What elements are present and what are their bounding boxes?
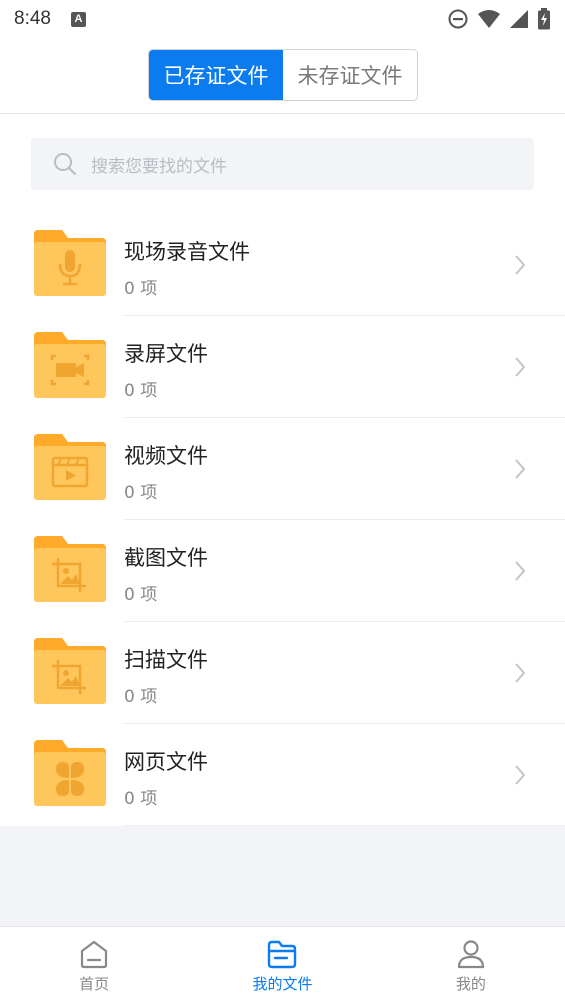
content-background xyxy=(0,826,565,926)
nav-label: 我的 xyxy=(455,975,486,993)
microphone-icon xyxy=(34,230,106,296)
scan-image-icon xyxy=(34,638,106,704)
notification-a-icon: A xyxy=(70,11,86,27)
chevron-right-icon xyxy=(515,561,526,581)
search-input[interactable]: 搜索您要找的文件 xyxy=(31,138,534,190)
list-item-title: 网页文件 xyxy=(124,750,208,774)
chevron-right-icon xyxy=(515,663,526,683)
tab-uncertified-files[interactable]: 未存证文件 xyxy=(283,50,417,100)
list-item-count: 0 项 xyxy=(124,381,158,401)
file-type-segmented-control: 已存证文件 未存证文件 xyxy=(148,49,418,101)
status-bar: 8:48 A xyxy=(0,0,565,38)
tab-certified-files[interactable]: 已存证文件 xyxy=(149,50,283,100)
video-clapper-icon xyxy=(34,434,106,500)
screen-record-icon xyxy=(34,332,106,398)
nav-home[interactable]: 首页 xyxy=(0,927,188,1004)
search-icon xyxy=(54,153,77,176)
list-item-title: 扫描文件 xyxy=(124,648,208,672)
list-item-count: 0 项 xyxy=(124,585,158,605)
list-item-scans[interactable]: 扫描文件 0 项 xyxy=(0,622,565,724)
list-item-screenshots[interactable]: 截图文件 0 项 xyxy=(0,520,565,622)
person-icon xyxy=(457,940,484,969)
header: 已存证文件 未存证文件 xyxy=(0,38,565,114)
wifi-icon xyxy=(478,10,500,28)
webpage-clover-icon xyxy=(34,740,106,806)
list-item-count: 0 项 xyxy=(124,789,158,809)
folder-icon xyxy=(268,940,297,969)
search-placeholder: 搜索您要找的文件 xyxy=(91,156,227,177)
list-item-count: 0 项 xyxy=(124,687,158,707)
list-item-recordings[interactable]: 现场录音文件 0 项 xyxy=(0,214,565,316)
status-time: 8:48 xyxy=(14,8,51,29)
list-item-webpages[interactable]: 网页文件 0 项 xyxy=(0,724,565,826)
list-item-count: 0 项 xyxy=(124,279,158,299)
bottom-nav: 首页 我的文件 我的 xyxy=(0,926,565,1004)
battery-charging-icon xyxy=(538,8,550,30)
chevron-right-icon xyxy=(515,357,526,377)
list-item-videos[interactable]: 视频文件 0 项 xyxy=(0,418,565,520)
home-icon xyxy=(81,940,108,969)
chevron-right-icon xyxy=(515,765,526,785)
status-icons xyxy=(447,8,551,30)
signal-icon xyxy=(510,10,528,28)
screenshot-crop-icon xyxy=(34,536,106,602)
nav-label: 我的文件 xyxy=(252,975,313,993)
nav-profile[interactable]: 我的 xyxy=(377,927,565,1004)
list-item-title: 现场录音文件 xyxy=(124,240,250,264)
nav-label: 首页 xyxy=(79,975,110,993)
nav-my-files[interactable]: 我的文件 xyxy=(188,927,376,1004)
chevron-right-icon xyxy=(515,255,526,275)
list-item-title: 视频文件 xyxy=(124,444,208,468)
list-item-title: 录屏文件 xyxy=(124,342,208,366)
file-category-list: 现场录音文件 0 项 录屏文件 0 项 视频文件 0 项 截图文件 0 项 扫描… xyxy=(0,214,565,826)
list-item-count: 0 项 xyxy=(124,483,158,503)
do-not-disturb-icon xyxy=(448,9,468,29)
list-item-title: 截图文件 xyxy=(124,546,208,570)
list-item-screen-recordings[interactable]: 录屏文件 0 项 xyxy=(0,316,565,418)
chevron-right-icon xyxy=(515,459,526,479)
